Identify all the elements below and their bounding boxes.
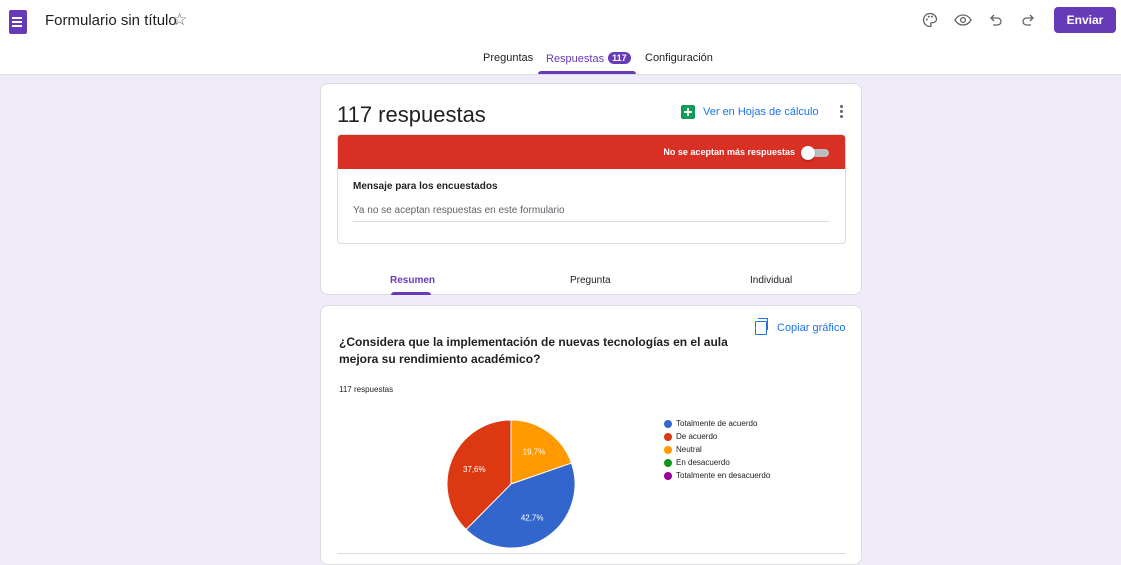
- legend-swatch: [664, 419, 672, 428]
- copy-chart-label: Copiar gráfico: [777, 322, 846, 334]
- pie-slice-label: 42,7%: [521, 514, 544, 523]
- legend-item: Totalmente de acuerdo: [664, 417, 770, 430]
- legend-swatch: [664, 471, 672, 480]
- respondent-message-field[interactable]: Ya no se aceptan respuestas en este form…: [353, 205, 829, 222]
- responses-summary-card: 117 respuestas Ver en Hojas de cálculo N…: [320, 83, 862, 295]
- accepting-responses-panel: No se aceptan más respuestas Mensaje par…: [337, 134, 846, 244]
- legend-item: Neutral: [664, 443, 770, 456]
- chart-legend: Totalmente de acuerdo De acuerdo Neutral En…: [664, 417, 770, 482]
- copy-icon: [755, 318, 768, 335]
- tab-questions[interactable]: Preguntas: [483, 52, 533, 74]
- question-summary-card: ¿Considera que la implementación de nuev…: [320, 305, 862, 565]
- divider: [337, 553, 846, 554]
- palette-icon[interactable]: [918, 8, 942, 32]
- question-response-count: 117 respuestas: [339, 385, 394, 394]
- closed-banner-text: No se aceptan más respuestas: [663, 147, 795, 157]
- message-label: Mensaje para los encuestados: [353, 181, 498, 192]
- legend-label: Totalmente en desacuerdo: [676, 471, 771, 480]
- subtab-individual[interactable]: Individual: [750, 275, 792, 286]
- more-options-icon[interactable]: [836, 103, 846, 121]
- legend-swatch: [664, 458, 672, 467]
- pie-chart: 19,7% 42,7% 37,6%: [446, 419, 576, 549]
- active-tab-indicator: [538, 71, 636, 74]
- form-title[interactable]: Formulario sin título: [45, 12, 177, 29]
- legend-label: Totalmente de acuerdo: [676, 419, 758, 428]
- accepting-responses-toggle[interactable]: [801, 146, 831, 160]
- star-icon[interactable]: ☆: [172, 10, 187, 30]
- legend-item: De acuerdo: [664, 430, 770, 443]
- redo-icon[interactable]: [1016, 8, 1040, 32]
- tab-label: Preguntas: [483, 52, 534, 64]
- main-tabs: Preguntas Respuestas 117 Configuración: [0, 52, 1121, 75]
- responses-count-badge: 117: [608, 52, 631, 64]
- pie-slice-label: 37,6%: [463, 465, 486, 474]
- responses-count: 117 respuestas: [337, 102, 486, 127]
- active-subtab-indicator: [391, 292, 431, 295]
- legend-label: En desacuerdo: [676, 458, 730, 467]
- forms-logo-icon[interactable]: [9, 10, 27, 34]
- sheets-icon: [681, 105, 695, 119]
- top-bar: Formulario sin título ☆ Enviar Preguntas…: [0, 0, 1121, 75]
- pie-slice-label: 19,7%: [523, 448, 546, 457]
- tab-settings[interactable]: Configuración: [645, 52, 713, 74]
- legend-item: En desacuerdo: [664, 456, 770, 469]
- copy-chart-button[interactable]: Copiar gráfico: [755, 318, 846, 335]
- question-title: ¿Considera que la implementación de nuev…: [339, 335, 728, 366]
- legend-label: Neutral: [676, 445, 702, 454]
- preview-eye-icon[interactable]: [951, 8, 975, 32]
- legend-swatch: [664, 445, 672, 454]
- legend-label: De acuerdo: [676, 432, 718, 441]
- tab-label: Respuestas: [546, 53, 605, 65]
- legend-item: Totalmente en desacuerdo: [664, 469, 770, 482]
- closed-banner: No se aceptan más respuestas: [338, 135, 845, 169]
- view-in-sheets-label: Ver en Hojas de cálculo: [703, 106, 819, 118]
- view-in-sheets-link[interactable]: Ver en Hojas de cálculo: [681, 105, 819, 119]
- legend-swatch: [664, 432, 672, 441]
- subtab-question[interactable]: Pregunta: [570, 275, 611, 286]
- subtab-summary[interactable]: Resumen: [390, 275, 435, 286]
- tab-label: Configuración: [645, 52, 713, 64]
- undo-icon[interactable]: [984, 8, 1008, 32]
- send-button[interactable]: Enviar: [1054, 7, 1116, 33]
